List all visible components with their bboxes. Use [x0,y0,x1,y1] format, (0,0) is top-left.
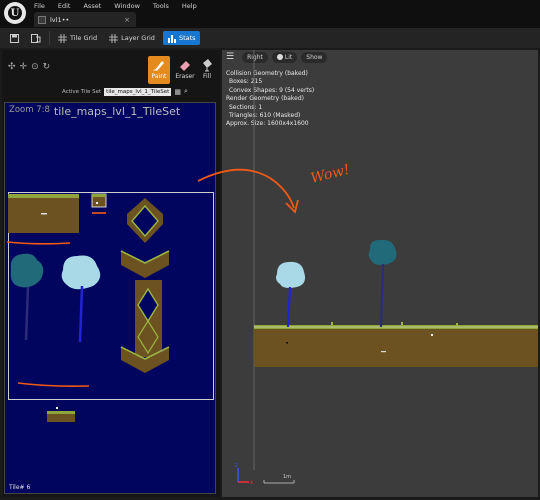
save-button[interactable] [6,31,23,45]
paint-bucket-icon [203,59,212,72]
small-ground-tile[interactable] [47,407,75,422]
axis-gizmo-icon: Z X [235,463,253,486]
fill-mode-button[interactable]: Fill [196,56,218,84]
menu-edit[interactable]: Edit [58,2,71,10]
tilemap-preview [254,322,538,367]
tile-number: Tile# 6 [9,484,31,491]
eraser-icon [180,61,190,71]
stats-button[interactable]: Stats [162,31,200,45]
active-tileset-field[interactable]: tile_maps_lvl_1_TileSet [104,87,172,96]
scale-label: 1m [283,474,292,480]
document-tab-label: lvl1•• [50,15,70,24]
tree-dark-sprite [368,239,397,328]
menu-asset[interactable]: Asset [83,2,101,10]
document-tab[interactable]: lvl1•• × [34,12,136,27]
tree-tile-light[interactable] [61,255,101,343]
slope-tile-v[interactable] [120,250,170,278]
paint-mode-button[interactable]: Paint [148,56,170,84]
menu-help[interactable]: Help [182,2,197,10]
browse-button[interactable] [27,31,45,45]
tile-palette-panel: ✣ ✛ ⊙ ↻ Paint Eraser Fill Active Tile Se… [2,50,220,497]
zoom-tool-icon[interactable]: ⊙ [31,62,39,72]
tool-modes: ✣ ✛ ⊙ ↻ Paint Eraser Fill Active Tile Se… [2,50,220,100]
preview-viewport[interactable]: ☰ Right Lit Show Collision Geometry (bak… [222,50,538,497]
editor-toolbar: Tile Grid Layer Grid Stats [0,28,540,48]
move-tool-icon[interactable]: ✛ [20,62,28,72]
viewport-scene: Z X [235,50,538,486]
menu-tools[interactable]: Tools [153,2,169,10]
layer-grid-label: Layer Grid [121,34,155,42]
save-icon [10,33,19,43]
select-tool-icon[interactable]: ✣ [8,62,16,72]
paint-mode-label: Paint [151,73,167,80]
tileset-tiles [6,193,170,422]
tile-grid-button[interactable]: Tile Grid [54,31,101,45]
grid-icon [58,33,67,43]
select-tools: ✣ ✛ ⊙ ↻ [8,62,50,72]
unreal-logo-icon[interactable]: U [4,2,26,24]
grid-view-icon[interactable]: ▦ [174,88,181,96]
menu-file[interactable]: File [34,2,45,10]
eraser-mode-button[interactable]: Eraser [174,56,196,84]
selected-tile[interactable] [91,193,107,208]
ground-tile[interactable] [8,194,79,233]
tile-grid-label: Tile Grid [70,34,98,42]
toolbar-separator [49,31,50,45]
layer-grid-button[interactable]: Layer Grid [105,31,159,45]
annotation-underline [6,241,71,245]
svg-text:X: X [250,480,253,486]
svg-text:Z: Z [235,463,238,469]
eraser-mode-label: Eraser [175,73,195,80]
slope-tile-diamond-1[interactable] [127,198,163,243]
stats-label: Stats [178,34,196,42]
browse-icon [31,33,41,43]
search-icon[interactable]: ⌕ [184,87,188,96]
close-tab-icon[interactable]: × [124,16,130,24]
tree-tile-dark[interactable] [10,253,44,341]
tilemap-asset-icon [38,15,46,24]
title-bar: U File Edit Asset Window Tools Help lvl1… [0,0,540,28]
grid-icon [109,33,119,43]
menu-bar: File Edit Asset Window Tools Help [34,2,197,10]
scale-bar [263,480,295,484]
active-tileset-row: Active Tile Set tile_maps_lvl_1_TileSet … [62,87,188,96]
annotation-underline [17,382,90,387]
rotate-tool-icon[interactable]: ↻ [43,62,51,72]
menu-window[interactable]: Window [114,2,140,10]
slope-tile-diamond-2[interactable] [135,280,162,357]
stats-icon [167,34,176,43]
paintbrush-icon [153,61,164,71]
active-tileset-label: Active Tile Set [62,88,102,95]
fill-mode-label: Fill [202,73,211,80]
tileset-viewer[interactable]: Zoom 7:8 tile_maps_lvl_1_TileSet Tile# 6 [4,102,216,494]
tree-light-sprite [276,261,306,328]
